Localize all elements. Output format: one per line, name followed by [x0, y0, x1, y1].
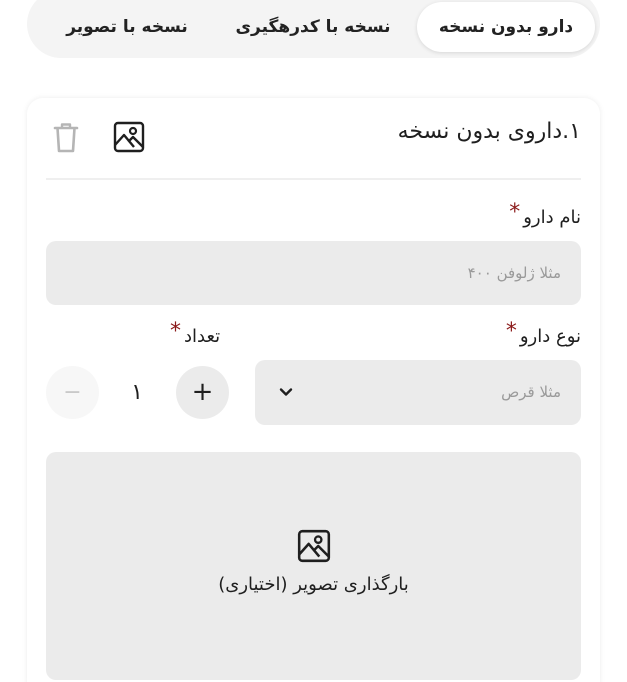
chevron-down-icon [279, 388, 293, 396]
decrement-button[interactable]: − [46, 366, 99, 419]
quantity-label: تعداد* [170, 319, 221, 347]
drug-name-input[interactable] [46, 241, 581, 305]
increment-button[interactable]: + [176, 366, 229, 419]
drug-card: ۱.داروی بدون نسخه نام دارو* نوع دارو* تع… [27, 98, 600, 682]
tab-otc-drug[interactable]: دارو بدون نسخه [417, 2, 595, 52]
image-icon [297, 529, 331, 563]
required-mark: * [170, 319, 181, 344]
drug-type-placeholder: مثلا قرص [501, 383, 561, 401]
prescription-tabs: دارو بدون نسخه نسخه با کدرهگیری نسخه با … [27, 0, 600, 58]
drug-type-label: نوع دارو* [505, 319, 581, 347]
upload-label: بارگذاری تصویر (اختیاری) [218, 574, 409, 595]
quantity-value: ۱ [131, 380, 143, 405]
required-mark: * [509, 200, 521, 225]
image-icon[interactable] [112, 120, 146, 154]
upload-image-area[interactable]: بارگذاری تصویر (اختیاری) [46, 452, 581, 680]
drug-type-select[interactable]: مثلا قرص [255, 360, 581, 425]
card-title: ۱.داروی بدون نسخه [397, 119, 581, 144]
drug-name-label: نام دارو* [509, 200, 581, 228]
tab-image-prescription[interactable]: نسخه با تصویر [47, 2, 207, 52]
trash-icon[interactable] [49, 120, 83, 154]
required-mark: * [505, 319, 517, 344]
tab-tracking-code[interactable]: نسخه با کدرهگیری [229, 2, 397, 52]
divider [46, 178, 581, 180]
